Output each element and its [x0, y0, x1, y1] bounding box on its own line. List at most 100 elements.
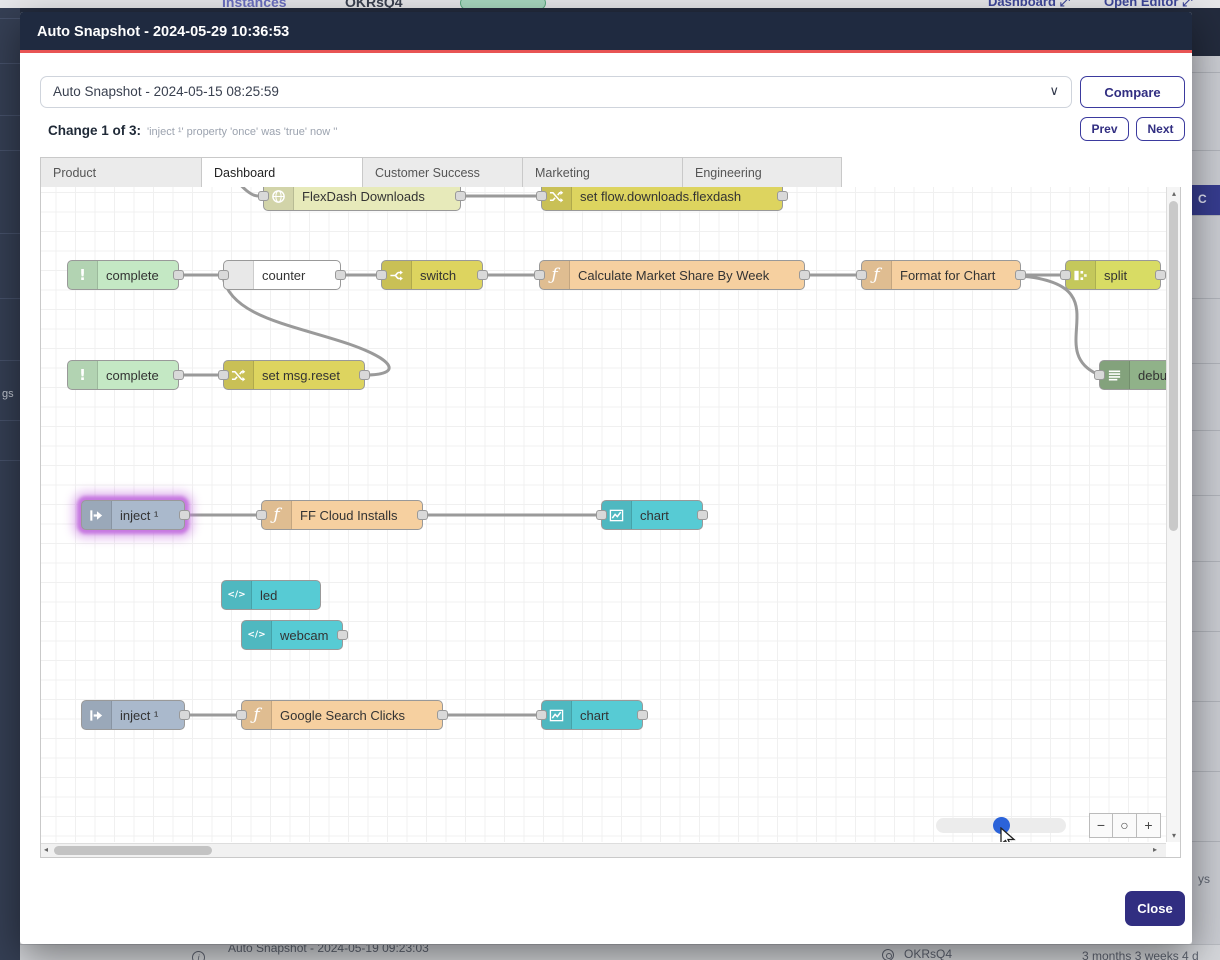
node-port-in: [596, 510, 607, 520]
background-bottom-row: i Auto Snapshot - 2024-05-19 09:23:03 OK…: [20, 944, 1220, 960]
target-icon: [882, 949, 894, 960]
snapshot-select[interactable]: Auto Snapshot - 2024-05-15 08:25:59 ∨: [40, 76, 1072, 108]
sidebar-item-label[interactable]: gs: [2, 388, 14, 400]
tab-marketing[interactable]: Marketing: [522, 157, 682, 188]
canvas-vertical-scrollbar[interactable]: ▴ ▾: [1166, 187, 1180, 842]
node-google-search-clicks[interactable]: ƒGoogle Search Clicks: [241, 700, 443, 730]
mouse-cursor: [999, 827, 1019, 842]
node-led[interactable]: </>led: [221, 580, 321, 610]
change-summary: Change 1 of 3: 'inject ¹' property 'once'…: [48, 123, 337, 138]
node-port-in: [534, 270, 545, 280]
zoom-reset-button[interactable]: ○: [1113, 813, 1137, 838]
node-webcam[interactable]: </>webcam: [241, 620, 343, 650]
node-port-in: [258, 191, 269, 201]
scroll-down-icon[interactable]: ▾: [1167, 831, 1181, 840]
node-ff-cloud-installs[interactable]: ƒFF Cloud Installs: [261, 500, 423, 530]
tab-engineering[interactable]: Engineering: [682, 157, 842, 188]
node-port-out: [173, 270, 184, 280]
node-port-out: [173, 370, 184, 380]
tab-product[interactable]: Product: [40, 157, 201, 188]
right-panel-selected-item[interactable]: C: [1192, 185, 1220, 215]
node-label: debug: [1138, 368, 1166, 383]
tab-customer-success[interactable]: Customer Success: [362, 157, 522, 188]
node-format-for-chart[interactable]: ƒFormat for Chart: [861, 260, 1021, 290]
breadcrumb-instances[interactable]: Instances: [222, 0, 287, 8]
node-label: split: [1104, 268, 1127, 283]
horizontal-scroll-thumb[interactable]: [54, 846, 212, 855]
node-flexdash-downloads[interactable]: FlexDash Downloads: [263, 187, 461, 211]
change-detail: 'inject ¹' property 'once' was 'true' no…: [147, 126, 337, 138]
node-inject-2[interactable]: inject ¹: [81, 700, 185, 730]
node-port-in: [856, 270, 867, 280]
prev-change-button[interactable]: Prev: [1080, 117, 1129, 141]
background-sidebar: gs: [0, 8, 20, 960]
node-port-out: [777, 191, 788, 201]
screen: Instances OKRsQ4 Dashboard ⤢ Open Editor…: [0, 0, 1220, 960]
close-button[interactable]: Close: [1125, 891, 1185, 926]
bottom-age-label: 3 months 3 weeks 4 d: [1082, 949, 1199, 960]
node-port-out: [799, 270, 810, 280]
flow-canvas-frame: FlexDash Downloads set flow.downloads.fle…: [40, 187, 1181, 858]
node-port-in: [236, 710, 247, 720]
node-label: Google Search Clicks: [280, 708, 405, 723]
scroll-right-icon[interactable]: ▸: [1153, 845, 1157, 854]
chevron-down-icon: ∨: [1049, 83, 1059, 99]
node-label: FF Cloud Installs: [300, 508, 398, 523]
dialog-title: Auto Snapshot - 2024-05-29 10:36:53: [37, 24, 289, 40]
background-right-panel: C ys: [1192, 56, 1220, 944]
node-set-flow-downloads-flexdash[interactable]: set flow.downloads.flexdash: [541, 187, 783, 211]
change-count-label: Change 1 of 3:: [48, 123, 141, 138]
open-editor-button[interactable]: Open Editor ⤢: [1104, 0, 1192, 8]
node-port-in: [1060, 270, 1071, 280]
node-counter[interactable]: counter: [223, 260, 341, 290]
node-port-out: [637, 710, 648, 720]
node-port-out: [337, 630, 348, 640]
status-badge: [460, 0, 546, 8]
node-port-in: [256, 510, 267, 520]
node-port-out: [335, 270, 346, 280]
node-chart-1[interactable]: chart: [601, 500, 703, 530]
node-label: led: [260, 588, 277, 603]
node-label: complete: [106, 268, 159, 283]
node-label: set msg.reset: [262, 368, 340, 383]
code-icon: </>: [242, 621, 272, 649]
dialog-header: Auto Snapshot - 2024-05-29 10:36:53: [20, 12, 1192, 53]
canvas-horizontal-scrollbar[interactable]: ◂ ▸: [41, 843, 1166, 857]
node-debug[interactable]: debug: [1099, 360, 1166, 390]
scroll-left-icon[interactable]: ◂: [44, 845, 48, 854]
vertical-scroll-thumb[interactable]: [1169, 201, 1178, 531]
arrow-icon: [82, 501, 112, 529]
node-calculate-market-share-by-week[interactable]: ƒCalculate Market Share By Week: [539, 260, 805, 290]
tab-dashboard[interactable]: Dashboard: [201, 157, 362, 188]
node-label: counter: [262, 268, 305, 283]
node-switch[interactable]: switch: [381, 260, 483, 290]
node-port-out: [359, 370, 370, 380]
node-label: inject ¹: [120, 508, 158, 523]
flow-tabbar: ProductDashboardCustomer SuccessMarketin…: [40, 157, 1181, 188]
node-port-out: [179, 510, 190, 520]
dashboard-button[interactable]: Dashboard ⤢: [988, 0, 1070, 8]
zoom-in-button[interactable]: +: [1137, 813, 1161, 838]
node-complete-1[interactable]: !complete: [67, 260, 179, 290]
node-complete-2[interactable]: !complete: [67, 360, 179, 390]
node-port-in: [536, 191, 547, 201]
flow-canvas[interactable]: FlexDash Downloads set flow.downloads.fle…: [41, 187, 1166, 842]
node-label: set flow.downloads.flexdash: [580, 189, 741, 204]
node-port-out: [417, 510, 428, 520]
node-label: chart: [580, 708, 609, 723]
bottom-snapshot-label: Auto Snapshot - 2024-05-19 09:23:03: [228, 944, 429, 955]
node-set-msg-reset[interactable]: set msg.reset: [223, 360, 365, 390]
next-change-button[interactable]: Next: [1136, 117, 1185, 141]
node-port-out: [455, 191, 466, 201]
node-inject-1[interactable]: inject ¹: [81, 500, 185, 530]
zoom-out-button[interactable]: −: [1089, 813, 1113, 838]
node-port-in: [536, 710, 547, 720]
node-port-out: [1155, 270, 1166, 280]
right-panel-text: ys: [1198, 872, 1210, 886]
compare-button[interactable]: Compare: [1080, 76, 1185, 108]
wire: [227, 187, 258, 196]
node-split[interactable]: split: [1065, 260, 1161, 290]
node-port-in: [218, 270, 229, 280]
node-chart-2[interactable]: chart: [541, 700, 643, 730]
scroll-up-icon[interactable]: ▴: [1167, 189, 1181, 198]
